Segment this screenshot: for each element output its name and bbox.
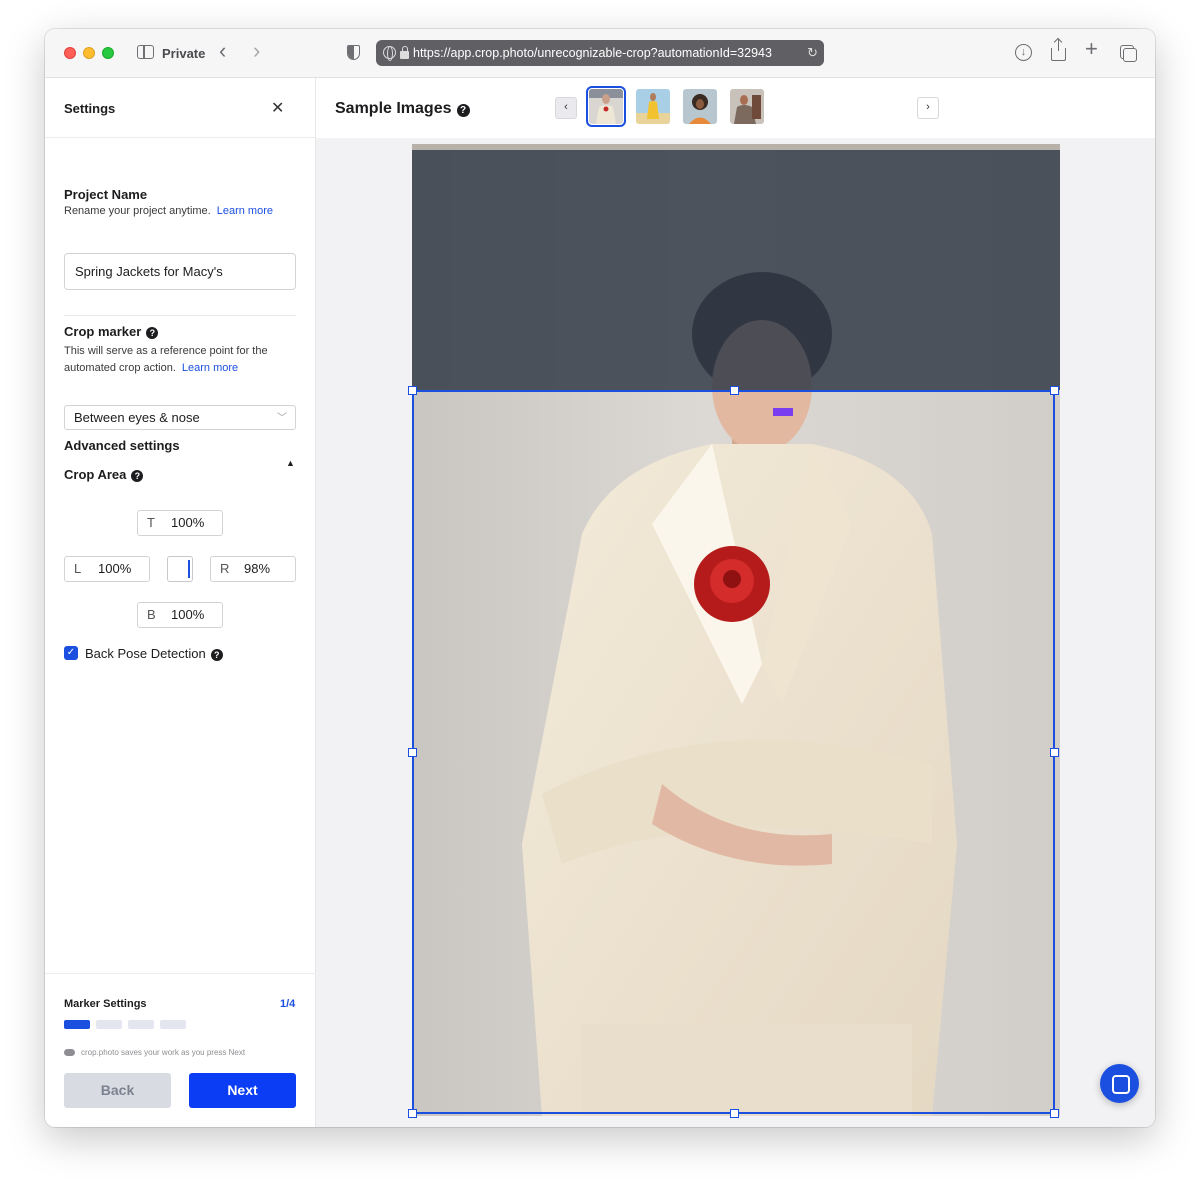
- reload-icon[interactable]: ↻: [807, 40, 818, 66]
- project-name-description: Rename your project anytime. Learn more: [64, 205, 273, 217]
- crop-box[interactable]: [408, 386, 1059, 1118]
- thumbnail-4[interactable]: [730, 89, 764, 124]
- crop-handle-top-right[interactable]: [1050, 386, 1059, 395]
- crop-area-preview: [167, 556, 193, 582]
- crop-handle-bottom-left[interactable]: [408, 1109, 417, 1118]
- crop-top-field[interactable]: T 100%: [137, 510, 223, 536]
- crop-left-field[interactable]: L 100%: [64, 556, 150, 582]
- crop-handle-right[interactable]: [1050, 748, 1059, 757]
- url-text: https://app.crop.photo/unrecognizable-cr…: [413, 46, 772, 60]
- crop-marker-description: This will serve as a reference point for…: [64, 345, 268, 374]
- project-name-learn-more-link[interactable]: Learn more: [217, 205, 273, 217]
- sidebar-toggle-icon[interactable]: [137, 45, 154, 59]
- progress-step-1: [64, 1020, 90, 1029]
- excluded-area-overlay: [412, 150, 1060, 390]
- back-button[interactable]: Back: [64, 1073, 171, 1108]
- progress-step-2: [96, 1020, 122, 1029]
- chevron-down-icon: ﹀: [277, 413, 287, 424]
- address-bar[interactable]: https://app.crop.photo/unrecognizable-cr…: [376, 40, 824, 66]
- browser-toolbar: Private ‹ › https://app.crop.photo/unrec…: [45, 29, 1155, 78]
- private-mode-label: Private: [162, 46, 206, 61]
- back-pose-checkbox[interactable]: ✓: [64, 646, 78, 660]
- crop-marker-selected-value: Between eyes & nose: [74, 410, 200, 425]
- autosave-note: crop.photo saves your work as you press …: [64, 1048, 245, 1057]
- zoom-window-button[interactable]: [102, 47, 114, 59]
- share-icon[interactable]: [1051, 39, 1066, 61]
- crop-marker-help-icon[interactable]: ?: [146, 327, 159, 339]
- new-tab-icon[interactable]: +: [1085, 38, 1098, 60]
- thumbnail-3[interactable]: [683, 89, 717, 124]
- crop-marker-select[interactable]: Between eyes & nose ﹀: [64, 405, 296, 430]
- thumbnail-2[interactable]: [636, 89, 670, 124]
- crop-area-label: Crop Area?: [64, 467, 144, 482]
- step-counter: 1/4: [280, 998, 296, 1010]
- sample-images-help-icon[interactable]: ?: [456, 104, 470, 117]
- previous-images-button[interactable]: ‹: [555, 97, 577, 119]
- crop-bottom-field[interactable]: B 100%: [137, 602, 223, 628]
- crop-handle-top-left[interactable]: [408, 386, 417, 395]
- lock-icon: [400, 46, 409, 59]
- crop-handle-bottom-right[interactable]: [1050, 1109, 1059, 1118]
- crop-marker-label: Crop marker?: [64, 324, 159, 339]
- browser-window: Private ‹ › https://app.crop.photo/unrec…: [45, 29, 1155, 1127]
- cloud-icon: [64, 1049, 75, 1056]
- back-pose-label: Back Pose Detection?: [85, 646, 223, 661]
- privacy-shield-icon[interactable]: [347, 45, 360, 60]
- thumbnail-1[interactable]: [586, 86, 626, 127]
- forward-arrow-icon[interactable]: ›: [253, 40, 260, 62]
- crop-area-help-icon[interactable]: ?: [131, 470, 144, 482]
- tab-overview-icon[interactable]: [1120, 45, 1137, 62]
- back-arrow-icon[interactable]: ‹: [219, 40, 226, 62]
- crop-marker-learn-more-link[interactable]: Learn more: [182, 362, 238, 374]
- advanced-settings-label: Advanced settings: [64, 438, 180, 453]
- collapse-triangle-icon[interactable]: ▲: [286, 458, 295, 468]
- globe-icon: [383, 46, 396, 61]
- sample-images-title: Sample Images?: [335, 100, 470, 118]
- project-name-input[interactable]: Spring Jackets for Macy's: [64, 253, 296, 290]
- close-icon[interactable]: ✕: [271, 98, 284, 118]
- crop-handle-left[interactable]: [408, 748, 417, 757]
- section-divider: [64, 315, 296, 316]
- marker-settings-footer: Marker Settings 1/4 crop.photo saves you…: [45, 973, 316, 1127]
- settings-title: Settings: [64, 101, 116, 116]
- back-pose-help-icon[interactable]: ?: [210, 649, 223, 661]
- next-button[interactable]: Next: [189, 1073, 296, 1108]
- settings-panel: Settings ✕ Project Name Rename your proj…: [45, 78, 316, 1127]
- crop-handle-top[interactable]: [730, 386, 739, 395]
- project-name-label: Project Name: [64, 187, 148, 202]
- crop-right-field[interactable]: R 98%: [210, 556, 296, 582]
- close-window-button[interactable]: [64, 47, 76, 59]
- progress-step-3: [128, 1020, 154, 1029]
- sample-images-bar: Sample Images? ‹ ›: [316, 78, 1155, 138]
- next-images-button[interactable]: ›: [917, 97, 939, 119]
- progress-step-4: [160, 1020, 186, 1029]
- download-icon[interactable]: ↓: [1015, 44, 1032, 61]
- minimize-window-button[interactable]: [83, 47, 95, 59]
- marker-settings-label: Marker Settings: [64, 998, 147, 1010]
- settings-header: Settings ✕: [45, 78, 315, 138]
- crop-handle-bottom[interactable]: [730, 1109, 739, 1118]
- chat-support-button[interactable]: [1100, 1064, 1139, 1103]
